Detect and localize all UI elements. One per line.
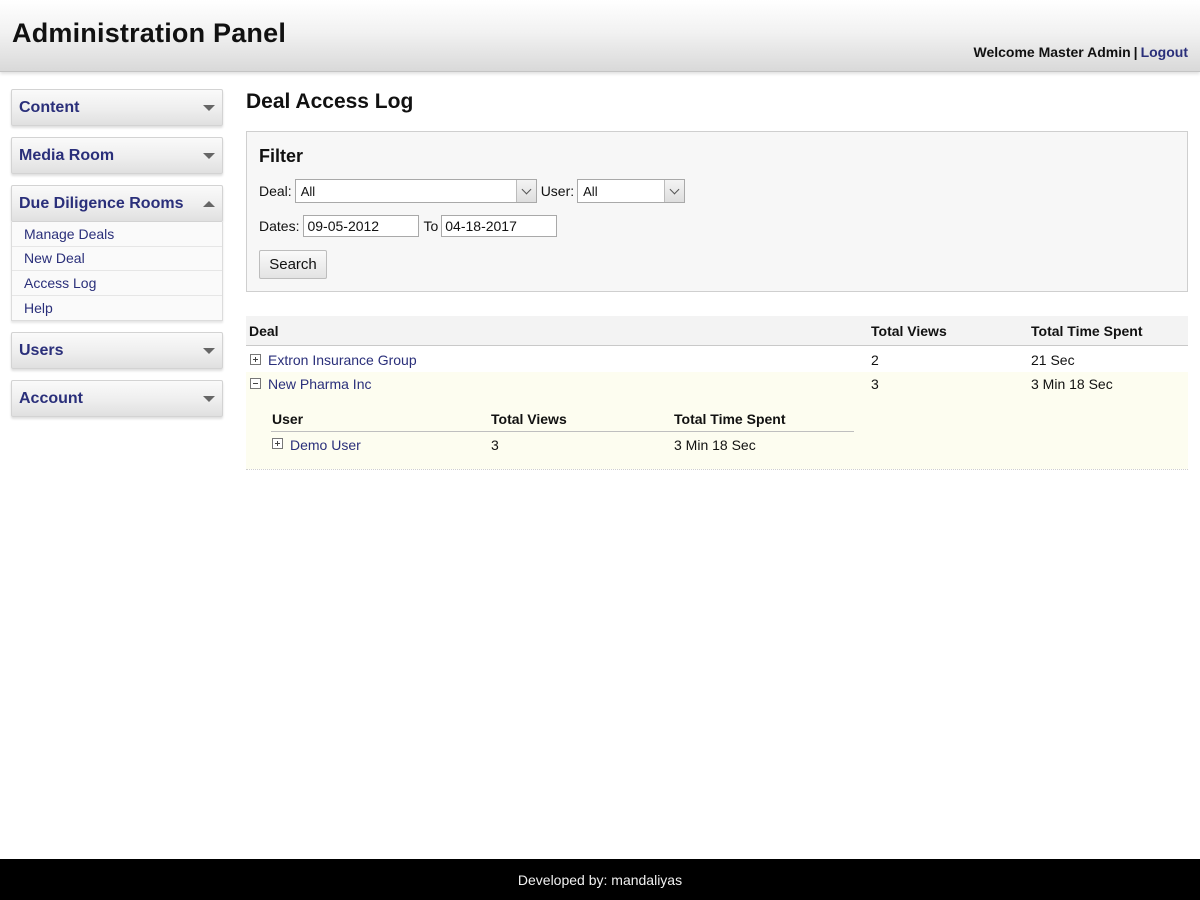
views-cell: 2 bbox=[871, 352, 879, 368]
chevron-down-icon bbox=[203, 395, 215, 402]
table-row: Extron Insurance Group 2 21 Sec bbox=[246, 348, 1188, 372]
subtable-header: User Total Views Total Time Spent bbox=[271, 406, 854, 432]
logout-link[interactable]: Logout bbox=[1141, 44, 1188, 60]
deal-link[interactable]: Extron Insurance Group bbox=[268, 352, 417, 368]
column-header-total-time: Total Time Spent bbox=[1031, 322, 1143, 339]
main-content: Deal Access Log Filter Deal: All User: A… bbox=[246, 90, 1188, 470]
filter-panel: Filter Deal: All User: All Dates: 09-05-… bbox=[246, 131, 1188, 292]
chevron-down-icon bbox=[203, 152, 215, 159]
column-header-total-views: Total Views bbox=[491, 410, 567, 427]
subtable-row: Demo User 3 3 Min 18 Sec bbox=[271, 432, 854, 457]
deal-select-value: All bbox=[300, 183, 316, 199]
chevron-up-icon bbox=[203, 200, 215, 207]
dates-label: Dates: bbox=[259, 218, 300, 234]
search-button[interactable]: Search bbox=[259, 250, 327, 279]
dropdown-arrow-icon[interactable] bbox=[664, 180, 685, 202]
deal-link[interactable]: New Pharma Inc bbox=[268, 376, 371, 392]
views-cell: 3 bbox=[871, 376, 879, 392]
sidebar-header-content[interactable]: Content bbox=[11, 89, 223, 126]
deal-cell: Extron Insurance Group bbox=[246, 352, 871, 368]
sidebar-header-label: Media Room bbox=[19, 146, 115, 164]
welcome-bar: Welcome Master Admin | Logout bbox=[974, 44, 1189, 60]
column-header-user: User bbox=[272, 410, 304, 427]
table-row: New Pharma Inc 3 3 Min 18 Sec bbox=[246, 372, 1188, 396]
sidebar-header-users[interactable]: Users bbox=[11, 332, 223, 369]
welcome-separator: | bbox=[1133, 44, 1138, 60]
sidebar-section-account: Account bbox=[11, 380, 223, 417]
filter-row-selects: Deal: All User: All bbox=[259, 179, 1175, 203]
date-to-input[interactable]: 04-18-2017 bbox=[441, 215, 558, 237]
column-header-total-views: Total Views bbox=[871, 322, 947, 339]
sidebar: Content Media Room Due Diligence Rooms M… bbox=[11, 89, 223, 428]
deal-select[interactable]: All bbox=[294, 179, 537, 203]
page-title: Deal Access Log bbox=[246, 90, 414, 113]
user-select-value: All bbox=[583, 183, 598, 199]
dropdown-arrow-icon[interactable] bbox=[515, 180, 536, 202]
sidebar-section-media-room: Media Room bbox=[11, 137, 223, 174]
time-cell: 3 Min 18 Sec bbox=[674, 436, 756, 453]
user-cell: Demo User bbox=[271, 437, 491, 453]
sidebar-submenu: Manage Deals New Deal Access Log Help bbox=[11, 222, 223, 321]
user-select[interactable]: All bbox=[577, 179, 686, 203]
table-header: Deal Total Views Total Time Spent bbox=[246, 316, 1188, 346]
time-cell: 3 Min 18 Sec bbox=[1031, 376, 1113, 392]
deal-cell: New Pharma Inc bbox=[246, 376, 871, 392]
column-header-deal: Deal bbox=[249, 322, 279, 339]
sidebar-header-account[interactable]: Account bbox=[11, 380, 223, 417]
sidebar-item-access-log[interactable]: Access Log bbox=[12, 271, 222, 296]
views-cell: 3 bbox=[491, 436, 499, 453]
sidebar-section-content: Content bbox=[11, 89, 223, 126]
sidebar-header-media-room[interactable]: Media Room bbox=[11, 137, 223, 174]
expand-plus-icon[interactable] bbox=[250, 353, 261, 365]
user-label: User: bbox=[540, 183, 575, 199]
sidebar-header-label: Account bbox=[19, 389, 83, 407]
chevron-down-icon bbox=[203, 347, 215, 354]
sidebar-item-help[interactable]: Help bbox=[12, 296, 222, 321]
expanded-deal-group: New Pharma Inc 3 3 Min 18 Sec User Total… bbox=[246, 372, 1188, 469]
to-label: To bbox=[423, 218, 439, 234]
sidebar-header-label: Users bbox=[19, 341, 64, 359]
date-from-input[interactable]: 09-05-2012 bbox=[303, 215, 420, 237]
time-cell: 21 Sec bbox=[1031, 352, 1075, 368]
filter-title: Filter bbox=[259, 146, 304, 166]
welcome-text: Welcome Master Admin bbox=[973, 44, 1131, 60]
filter-row-dates: Dates: 09-05-2012 To 04-18-2017 bbox=[259, 215, 1175, 237]
expand-plus-icon[interactable] bbox=[272, 438, 283, 449]
user-link[interactable]: Demo User bbox=[290, 437, 361, 453]
footer: Developed by: mandaliyas bbox=[0, 859, 1200, 900]
footer-credit: Developed by: mandaliyas bbox=[517, 871, 683, 888]
sidebar-header-label: Content bbox=[19, 98, 80, 116]
header: Administration Panel Welcome Master Admi… bbox=[0, 0, 1200, 72]
column-header-total-time: Total Time Spent bbox=[674, 410, 786, 427]
sidebar-section-due-diligence-rooms: Due Diligence Rooms Manage Deals New Dea… bbox=[11, 185, 223, 321]
collapse-minus-icon[interactable] bbox=[250, 377, 261, 389]
deal-label: Deal: bbox=[259, 183, 292, 199]
access-log-table: Deal Total Views Total Time Spent Extron… bbox=[246, 316, 1188, 470]
sidebar-header-label: Due Diligence Rooms bbox=[19, 194, 184, 212]
user-subtable: User Total Views Total Time Spent Demo U… bbox=[246, 396, 1188, 469]
app-title: Administration Panel bbox=[12, 18, 287, 48]
sidebar-section-users: Users bbox=[11, 332, 223, 369]
sidebar-header-due-diligence-rooms[interactable]: Due Diligence Rooms bbox=[11, 185, 223, 222]
chevron-down-icon bbox=[203, 104, 215, 111]
sidebar-item-new-deal[interactable]: New Deal bbox=[12, 247, 222, 271]
sidebar-item-manage-deals[interactable]: Manage Deals bbox=[12, 222, 222, 247]
